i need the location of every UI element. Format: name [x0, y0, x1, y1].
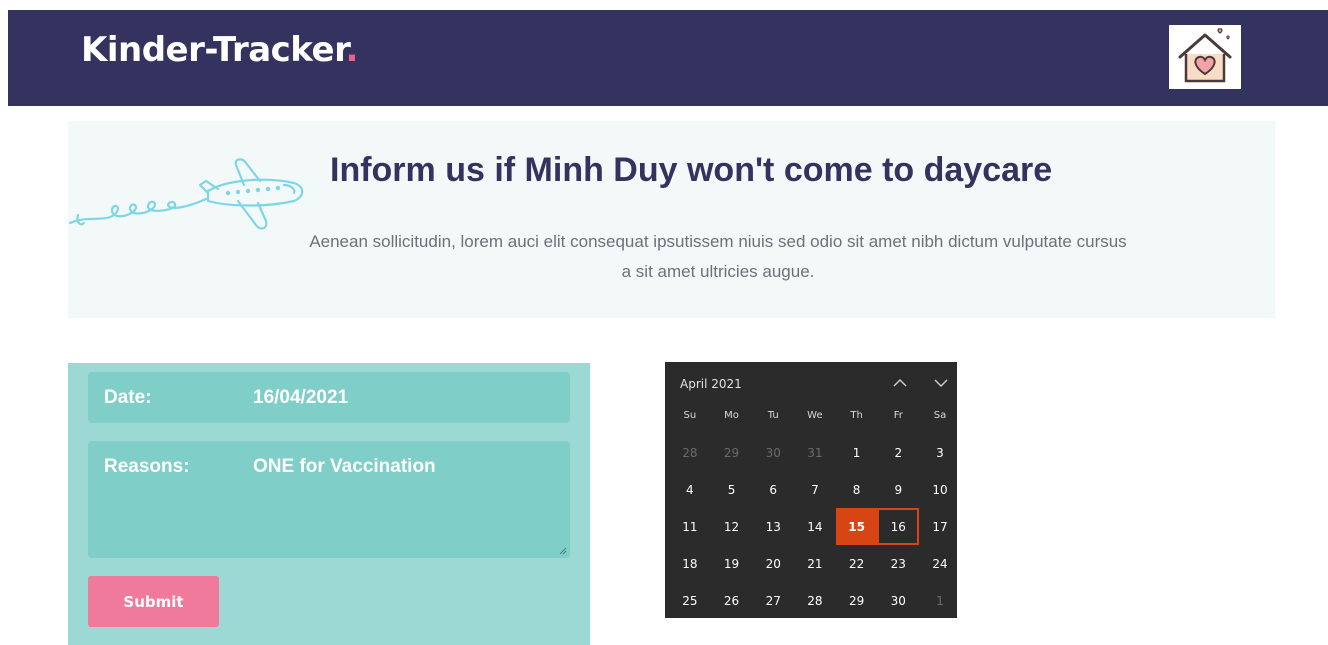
calendar-day-other-month[interactable]: 30 — [752, 434, 794, 471]
calendar-day[interactable]: 10 — [919, 471, 961, 508]
calendar-day[interactable]: 24 — [919, 545, 961, 582]
chevron-down-icon[interactable] — [931, 374, 951, 392]
calendar-day-other-month[interactable]: 31 — [794, 434, 836, 471]
calendar-day[interactable]: 3 — [919, 434, 961, 471]
calendar-day[interactable]: 2 — [877, 434, 919, 471]
calendar-day[interactable]: 18 — [669, 545, 711, 582]
calendar-day-today[interactable]: 15 — [835, 508, 878, 545]
calendar-day[interactable]: 27 — [752, 582, 794, 619]
calendar-day-other-month[interactable]: 28 — [669, 434, 711, 471]
calendar-day[interactable]: 26 — [711, 582, 753, 619]
calendar-day[interactable]: 17 — [919, 508, 961, 545]
weekday-label: Fr — [893, 410, 903, 421]
reasons-field[interactable]: Reasons: ONE for Vaccination — [88, 441, 570, 558]
calendar-day[interactable]: 29 — [836, 582, 878, 619]
calendar-weekday-header: Su Mo Tu We Th Fr Sa — [669, 410, 961, 421]
calendar-day[interactable]: 13 — [752, 508, 794, 545]
page-title: Inform us if Minh Duy won't come to dayc… — [330, 151, 1053, 189]
weekday-label: Sa — [933, 410, 947, 421]
calendar-day[interactable]: 21 — [794, 545, 836, 582]
date-label: Date: — [104, 387, 152, 408]
submit-button[interactable]: Submit — [88, 576, 219, 627]
brand-logo-text[interactable]: Kinder-Tracker. — [81, 30, 358, 70]
date-field[interactable]: Date: 16/04/2021 — [88, 372, 570, 423]
calendar-day[interactable]: 4 — [669, 471, 711, 508]
calendar-day-other-month[interactable]: 29 — [711, 434, 753, 471]
calendar-day[interactable]: 14 — [794, 508, 836, 545]
calendar-day[interactable]: 23 — [877, 545, 919, 582]
calendar-day[interactable]: 8 — [836, 471, 878, 508]
date-picker-calendar: April 2021 Su Mo Tu We Th Fr Sa 28 29 30 31… — [665, 362, 957, 618]
weekday-label: Mo — [724, 410, 739, 421]
page-description: Aenean sollicitudin, lorem auci elit con… — [309, 232, 1127, 281]
calendar-day[interactable]: 9 — [877, 471, 919, 508]
weekday-label: Su — [683, 410, 697, 421]
calendar-day[interactable]: 12 — [711, 508, 753, 545]
calendar-day[interactable]: 19 — [711, 545, 753, 582]
calendar-day[interactable]: 30 — [877, 582, 919, 619]
date-value[interactable]: 16/04/2021 — [253, 387, 348, 409]
calendar-day-other-month[interactable]: 1 — [919, 582, 961, 619]
calendar-day[interactable]: 11 — [669, 508, 711, 545]
weekday-label: Th — [850, 410, 863, 421]
calendar-day[interactable]: 25 — [669, 582, 711, 619]
weekday-label: We — [807, 410, 823, 421]
calendar-day[interactable]: 22 — [836, 545, 878, 582]
calendar-day-selected[interactable]: 16 — [877, 508, 920, 545]
chevron-up-icon[interactable] — [890, 374, 910, 392]
brand-name: Kinder-Tracker — [81, 30, 346, 70]
calendar-month-label[interactable]: April 2021 — [680, 377, 742, 391]
reasons-label: Reasons: — [104, 456, 190, 477]
calendar-day[interactable]: 20 — [752, 545, 794, 582]
weekday-label: Tu — [767, 410, 779, 421]
hero-banner: Inform us if Minh Duy won't come to dayc… — [68, 121, 1275, 318]
calendar-day[interactable]: 7 — [794, 471, 836, 508]
calendar-day[interactable]: 28 — [794, 582, 836, 619]
calendar-day[interactable]: 1 — [836, 434, 878, 471]
house-heart-icon[interactable] — [1169, 25, 1241, 89]
site-header: Kinder-Tracker. — [8, 10, 1328, 106]
absence-form: Date: 16/04/2021 Reasons: ONE for Vaccin… — [68, 363, 590, 645]
resize-handle-icon[interactable] — [559, 547, 567, 555]
reasons-value[interactable]: ONE for Vaccination — [253, 456, 436, 478]
calendar-day[interactable]: 6 — [752, 471, 794, 508]
calendar-day-grid: 28 29 30 31 1 2 3 4 5 6 7 8 9 10 11 12 13 14 15 16 17 18 19 20 2… — [669, 434, 961, 619]
brand-dot: . — [345, 30, 359, 70]
calendar-day[interactable]: 5 — [711, 471, 753, 508]
airplane-icon — [68, 151, 313, 241]
